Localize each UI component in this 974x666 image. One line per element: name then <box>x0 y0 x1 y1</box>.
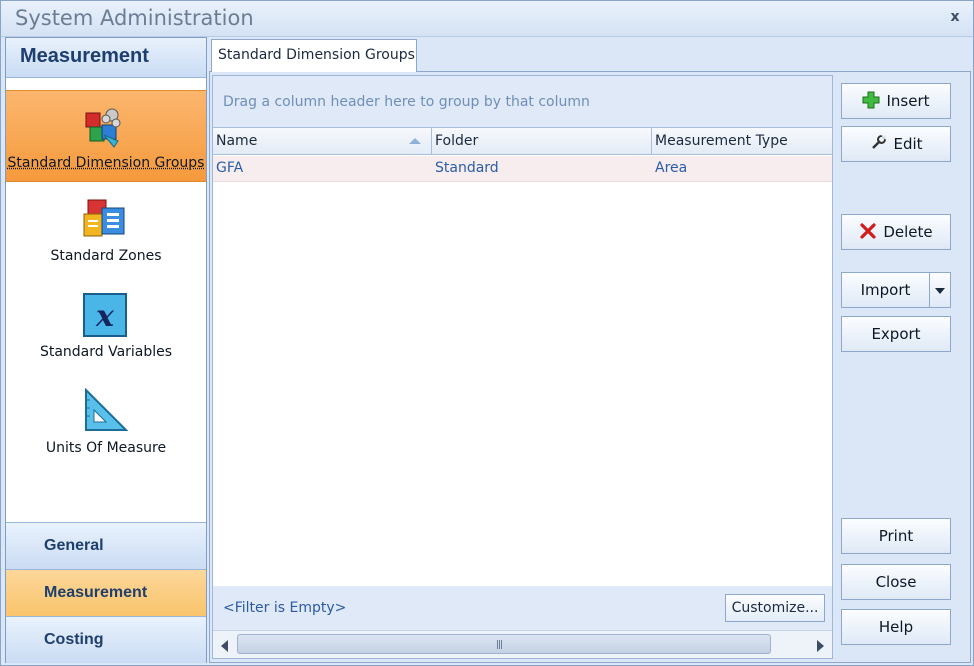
delete-button[interactable]: Delete <box>841 214 951 250</box>
close-window-icon[interactable]: x <box>947 9 963 25</box>
nav-item-units-of-measure[interactable]: Units Of Measure <box>6 376 206 468</box>
scroll-left-icon[interactable] <box>221 640 228 652</box>
import-dropdown[interactable] <box>930 272 951 308</box>
delete-button-label: Delete <box>883 223 933 241</box>
navigation-pane: Measurement Standard Dimension Groups St… <box>5 37 207 663</box>
filter-bar: <Filter is Empty> Customize... <box>213 586 832 630</box>
edit-button[interactable]: Edit <box>841 126 951 162</box>
insert-button[interactable]: Insert <box>841 83 951 119</box>
customize-button[interactable]: Customize... <box>725 594 825 622</box>
nav-section-measurement[interactable]: Measurement <box>6 569 206 616</box>
nav-item-standard-dimension-groups[interactable]: Standard Dimension Groups <box>6 90 206 182</box>
print-button[interactable]: Print <box>841 518 951 554</box>
action-button-panel: Insert Edit Delete Import Export Print C… <box>832 75 969 659</box>
nav-section-costing[interactable]: Costing <box>6 616 206 663</box>
help-button[interactable]: Help <box>841 609 951 645</box>
column-header-name[interactable]: Name <box>213 128 432 155</box>
nav-pane-title: Measurement <box>20 45 149 67</box>
chevron-down-icon <box>935 288 945 294</box>
scrollbar-thumb[interactable]: ||| <box>237 634 771 654</box>
column-header-folder[interactable]: Folder <box>432 128 652 155</box>
column-header-row: Name Folder Measurement Type <box>213 127 832 155</box>
plus-icon <box>862 91 880 109</box>
insert-button-label: Insert <box>886 92 930 110</box>
import-button[interactable]: Import <box>841 272 930 308</box>
export-button[interactable]: Export <box>841 316 951 352</box>
window-title: System Administration <box>15 6 254 30</box>
tab-standard-dimension-groups[interactable]: Standard Dimension Groups <box>211 39 417 72</box>
group-by-panel[interactable]: Drag a column header here to group by th… <box>213 76 832 127</box>
nav-item-label: Standard Zones <box>50 248 162 264</box>
units-icon <box>85 388 128 431</box>
dimension-groups-icon <box>85 108 121 148</box>
cell-folder: Standard <box>435 160 499 176</box>
nav-item-label: Units Of Measure <box>45 440 167 456</box>
variables-icon: x <box>83 293 127 337</box>
tab-label: Standard Dimension Groups <box>218 47 415 63</box>
grip-icon: ||| <box>496 640 503 650</box>
sort-ascending-icon <box>409 138 421 144</box>
close-button[interactable]: Close <box>841 564 951 600</box>
column-header-label: Measurement Type <box>655 133 788 149</box>
svg-text:x: x <box>95 299 115 334</box>
data-grid: Drag a column header here to group by th… <box>212 75 833 659</box>
horizontal-scrollbar[interactable]: ||| <box>213 630 832 658</box>
wrench-icon <box>872 134 888 149</box>
nav-item-label: Standard Dimension Groups <box>7 155 205 171</box>
title-bar: System Administration x <box>1 1 973 37</box>
delete-x-icon <box>860 223 876 239</box>
nav-section-label: Costing <box>44 631 104 648</box>
column-header-measurement-type[interactable]: Measurement Type <box>652 128 832 155</box>
group-by-hint: Drag a column header here to group by th… <box>223 94 590 110</box>
nav-section-label: Measurement <box>44 584 148 601</box>
column-header-label: Folder <box>435 133 479 149</box>
edit-button-label: Edit <box>893 135 923 153</box>
nav-item-standard-variables[interactable]: x Standard Variables <box>6 280 206 372</box>
zones-icon <box>83 199 125 237</box>
nav-item-standard-zones[interactable]: Standard Zones <box>6 184 206 276</box>
cell-name: GFA <box>216 160 244 176</box>
cell-measurement-type: Area <box>655 160 688 176</box>
system-administration-window: System Administration x Measurement Stan… <box>0 0 974 666</box>
nav-section-label: General <box>44 537 104 554</box>
filter-status-link[interactable]: <Filter is Empty> <box>223 600 346 616</box>
scroll-right-icon[interactable] <box>817 640 824 652</box>
nav-section-general[interactable]: General <box>6 522 206 569</box>
nav-pane-header: Measurement <box>6 38 206 78</box>
nav-item-label: Standard Variables <box>39 344 173 360</box>
column-header-label: Name <box>216 133 258 149</box>
table-row[interactable]: GFA Standard Area <box>213 156 832 182</box>
